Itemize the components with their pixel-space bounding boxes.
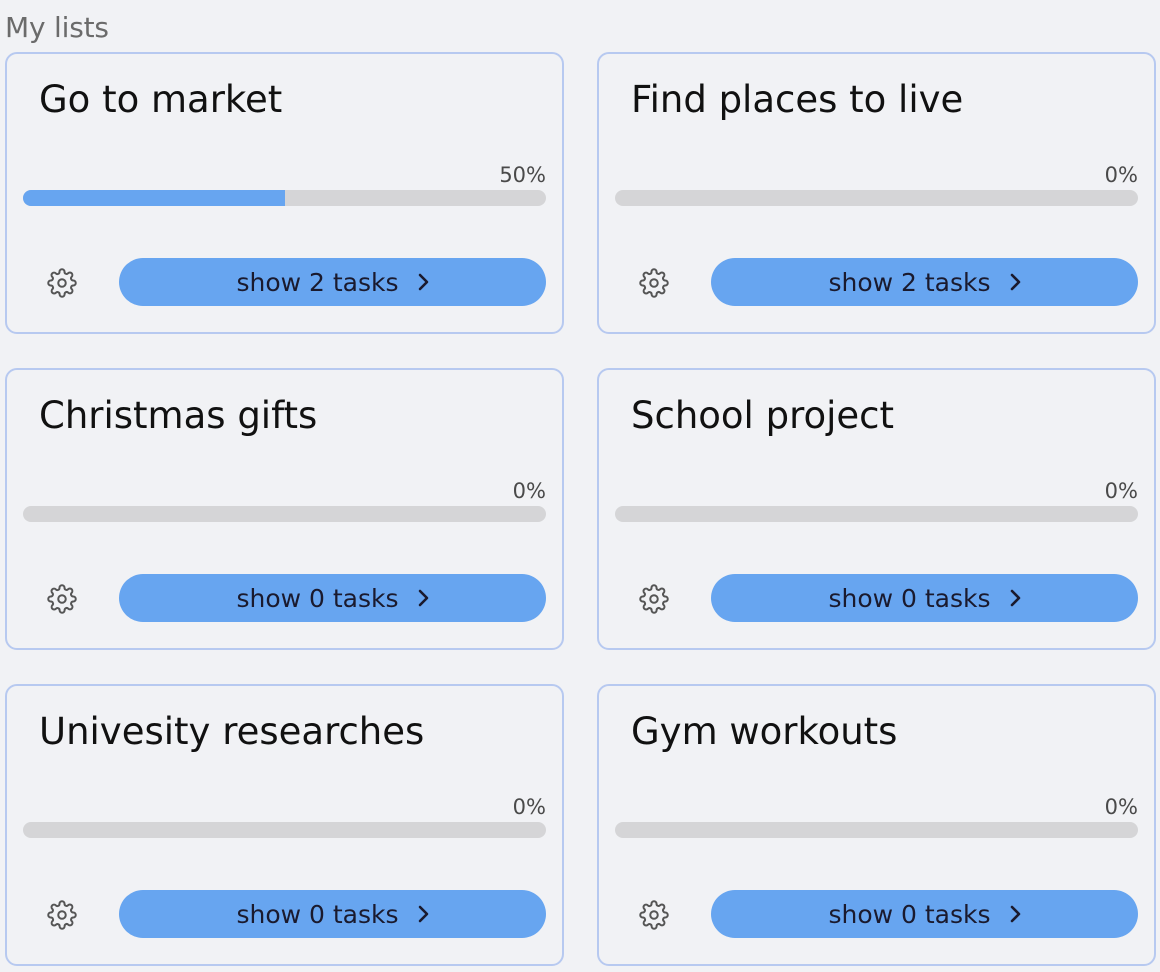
show-tasks-label: show 0 tasks xyxy=(236,899,399,929)
page-title: My lists xyxy=(5,11,109,44)
list-title: Christmas gifts xyxy=(39,394,318,437)
show-tasks-button[interactable]: show 0 tasks xyxy=(119,890,546,938)
show-tasks-button[interactable]: show 0 tasks xyxy=(119,574,546,622)
lists-grid: Go to market 50% show 2 tasks Find place… xyxy=(5,52,1156,966)
show-tasks-label: show 0 tasks xyxy=(828,899,991,929)
show-tasks-label: show 0 tasks xyxy=(828,583,991,613)
list-card: Gym workouts 0% show 0 tasks xyxy=(597,684,1156,966)
chevron-right-icon xyxy=(418,589,428,607)
list-title: Go to market xyxy=(39,78,283,121)
progress-percent: 0% xyxy=(512,479,546,503)
gear-icon[interactable] xyxy=(45,582,79,616)
progress-bar xyxy=(615,822,1138,838)
progress-percent: 50% xyxy=(499,163,546,187)
show-tasks-button[interactable]: show 2 tasks xyxy=(119,258,546,306)
list-card: School project 0% show 0 tasks xyxy=(597,368,1156,650)
list-card: Christmas gifts 0% show 0 tasks xyxy=(5,368,564,650)
chevron-right-icon xyxy=(1010,905,1020,923)
list-card: Go to market 50% show 2 tasks xyxy=(5,52,564,334)
list-title: Gym workouts xyxy=(631,710,898,753)
show-tasks-button[interactable]: show 2 tasks xyxy=(711,258,1138,306)
show-tasks-label: show 0 tasks xyxy=(236,583,399,613)
chevron-right-icon xyxy=(418,273,428,291)
progress-fill xyxy=(23,190,285,206)
progress-percent: 0% xyxy=(1104,163,1138,187)
show-tasks-button[interactable]: show 0 tasks xyxy=(711,574,1138,622)
chevron-right-icon xyxy=(418,905,428,923)
progress-percent: 0% xyxy=(1104,795,1138,819)
chevron-right-icon xyxy=(1010,273,1020,291)
list-title: School project xyxy=(631,394,895,437)
chevron-right-icon xyxy=(1010,589,1020,607)
gear-icon[interactable] xyxy=(45,266,79,300)
progress-bar xyxy=(23,822,546,838)
progress-bar xyxy=(23,506,546,522)
progress-bar xyxy=(23,190,546,206)
list-title: Find places to live xyxy=(631,78,964,121)
gear-icon[interactable] xyxy=(637,582,671,616)
show-tasks-label: show 2 tasks xyxy=(236,267,399,297)
progress-percent: 0% xyxy=(512,795,546,819)
gear-icon[interactable] xyxy=(45,898,79,932)
progress-bar xyxy=(615,506,1138,522)
show-tasks-label: show 2 tasks xyxy=(828,267,991,297)
gear-icon[interactable] xyxy=(637,898,671,932)
progress-percent: 0% xyxy=(1104,479,1138,503)
show-tasks-button[interactable]: show 0 tasks xyxy=(711,890,1138,938)
gear-icon[interactable] xyxy=(637,266,671,300)
list-card: Univesity researches 0% show 0 tasks xyxy=(5,684,564,966)
list-card: Find places to live 0% show 2 tasks xyxy=(597,52,1156,334)
list-title: Univesity researches xyxy=(39,710,425,753)
progress-bar xyxy=(615,190,1138,206)
